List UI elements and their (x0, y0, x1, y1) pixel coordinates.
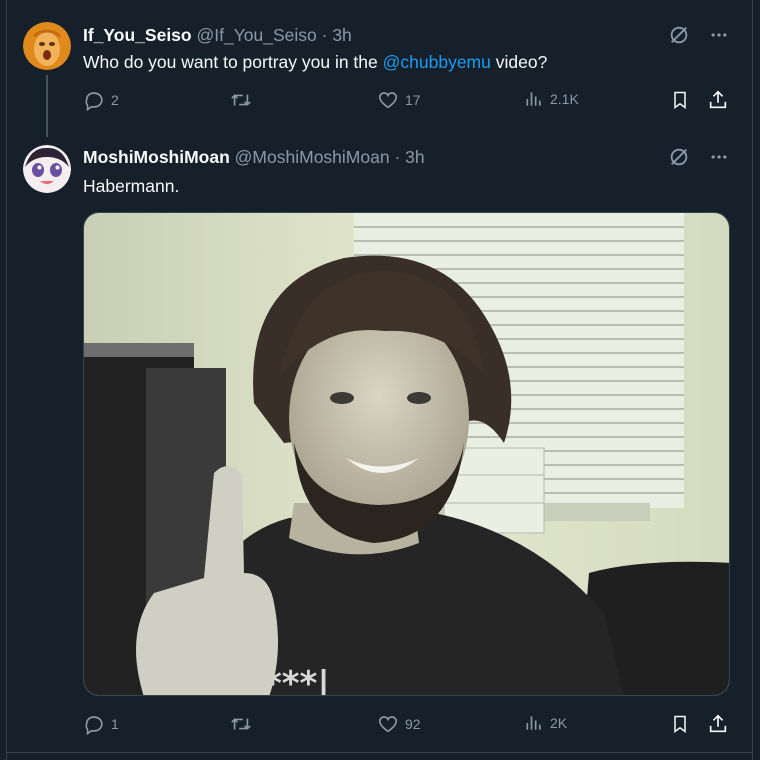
tweet-2-top-actions (666, 144, 732, 170)
views-count: 2K (550, 715, 568, 731)
avatar-moshimoshimoan[interactable] (23, 145, 71, 193)
bookmark-icon (674, 715, 686, 733)
like-count: 17 (405, 92, 421, 108)
tweet-1-text: Who do you want to portray you in the @c… (83, 52, 547, 73)
tweet-2-action-bar: 1 92 2K (83, 713, 728, 741)
views-count: 2.1K (550, 91, 579, 107)
tweet-2-text: Habermann. (83, 176, 180, 196)
like-button[interactable]: 92 (377, 713, 421, 735)
reply-icon (85, 92, 103, 111)
more-icon[interactable] (706, 22, 732, 48)
bookmark-icon (674, 91, 686, 109)
tweet-photo[interactable]: ***| (83, 212, 730, 696)
views-icon (526, 92, 541, 106)
user-handle[interactable]: @MoshiMoshiMoan (235, 147, 390, 167)
bookmark-button[interactable] (670, 713, 690, 735)
display-name[interactable]: If_You_Seiso (83, 25, 192, 45)
views-button[interactable]: 2.1K (524, 89, 579, 109)
tweet-1-action-bar: 2 17 2.1K (83, 89, 728, 117)
reply-count: 2 (111, 92, 119, 108)
like-icon (378, 716, 398, 733)
tweet-2-header: MoshiMoshiMoan @MoshiMoshiMoan · 3h (83, 147, 425, 168)
share-button[interactable] (707, 89, 729, 111)
reply-icon (85, 716, 103, 735)
retweet-icon (231, 94, 251, 106)
reply-button[interactable]: 1 (83, 713, 119, 735)
like-button[interactable]: 17 (377, 89, 421, 111)
avatar-if-you-seiso[interactable] (23, 22, 71, 70)
grok-icon[interactable] (666, 144, 692, 170)
mention-link[interactable]: @chubbyemu (383, 52, 491, 72)
more-icon[interactable] (706, 144, 732, 170)
share-icon (709, 714, 727, 733)
user-handle[interactable]: @If_You_Seiso (196, 25, 316, 45)
views-button[interactable]: 2K (524, 713, 567, 733)
retweet-button[interactable] (229, 713, 253, 735)
tweet-text-start: Who do you want to portray you in the (83, 52, 383, 72)
retweet-button[interactable] (229, 89, 253, 111)
timestamp[interactable]: 3h (405, 147, 424, 167)
tweet-1-header: If_You_Seiso @If_You_Seiso · 3h (83, 25, 352, 46)
like-count: 92 (405, 716, 421, 732)
tweet-text-end: video? (490, 52, 548, 72)
reply-count: 1 (111, 716, 119, 732)
separator-dot: · (321, 25, 328, 45)
bookmark-button[interactable] (670, 89, 690, 111)
views-icon (526, 716, 541, 730)
timestamp[interactable]: 3h (332, 25, 351, 45)
thread-connector-line (46, 75, 48, 137)
like-icon (378, 92, 398, 109)
tweet-1-top-actions (666, 22, 732, 48)
share-icon (709, 90, 727, 109)
display-name[interactable]: MoshiMoshiMoan (83, 147, 230, 167)
retweet-icon (231, 718, 251, 730)
share-button[interactable] (707, 713, 729, 735)
separator-dot: · (394, 147, 401, 167)
grok-icon[interactable] (666, 22, 692, 48)
reply-button[interactable]: 2 (83, 89, 119, 111)
tweet-divider (6, 752, 753, 753)
